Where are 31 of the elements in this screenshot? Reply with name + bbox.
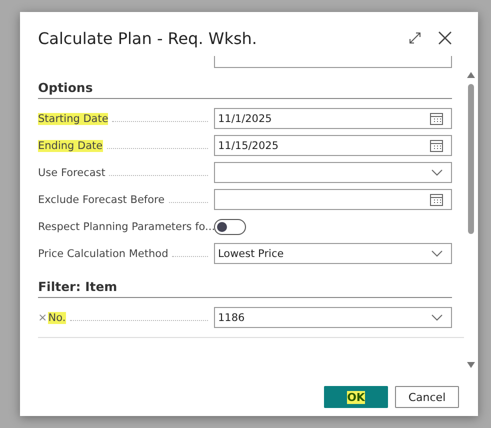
calendar-icon[interactable]	[430, 194, 443, 206]
section-heading: Filter: Item	[38, 271, 452, 298]
chevron-down-icon[interactable]	[431, 169, 443, 176]
date-field[interactable]	[214, 189, 452, 210]
field-label: Respect Planning Parameters fo...	[38, 220, 216, 232]
field-label: No.	[48, 312, 66, 324]
calendar-icon[interactable]	[430, 140, 443, 152]
calendar-icon[interactable]	[430, 112, 443, 124]
date-field[interactable]: 11/1/2025	[214, 108, 452, 129]
scroll-up-icon[interactable]	[467, 72, 475, 78]
expand-icon[interactable]	[408, 31, 422, 45]
field-label: Ending Date	[38, 140, 103, 152]
date-field[interactable]: 11/15/2025	[214, 135, 452, 156]
dropdown-field[interactable]: 1186	[214, 307, 452, 328]
dropdown-field[interactable]	[214, 56, 452, 68]
dropdown-field[interactable]	[214, 162, 452, 183]
chevron-down-icon[interactable]	[431, 250, 443, 257]
ok-button[interactable]: OK	[324, 386, 388, 408]
cancel-button[interactable]: Cancel	[395, 386, 459, 408]
chevron-down-icon[interactable]	[431, 314, 443, 321]
remove-icon[interactable]: ×	[38, 311, 48, 324]
field-label: Use Forecast	[38, 166, 106, 178]
scroll-down-icon[interactable]	[467, 362, 475, 368]
field-label: Exclude Forecast Before	[38, 194, 165, 206]
field-label: Price Calculation Method	[38, 248, 168, 260]
toggle-switch[interactable]	[214, 218, 246, 234]
field-label: Starting Date	[38, 112, 108, 124]
dropdown-field[interactable]: Lowest Price	[214, 243, 452, 264]
close-icon[interactable]	[438, 31, 452, 45]
section-heading: Options	[38, 72, 452, 99]
dialog-title: Calculate Plan - Req. Wksh.	[38, 28, 258, 48]
